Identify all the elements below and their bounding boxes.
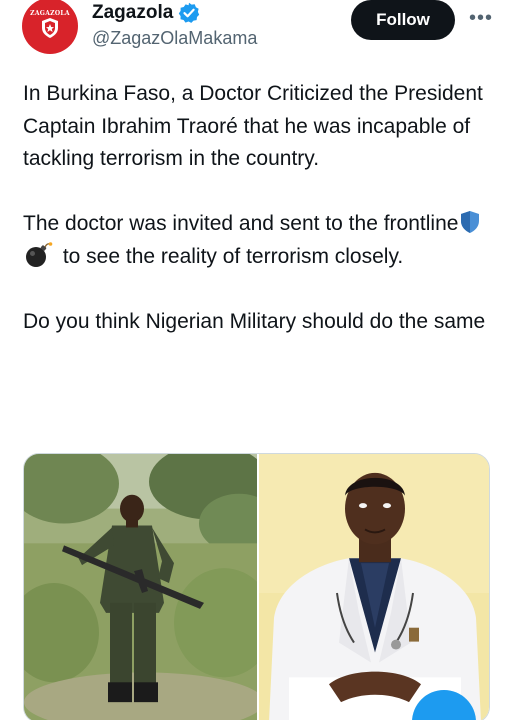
account-name-row[interactable]: Zagazola bbox=[92, 0, 200, 26]
soldier-photo[interactable] bbox=[24, 454, 257, 720]
avatar-logo-text: ZAGAZOLA bbox=[30, 10, 70, 17]
bomb-emoji-icon bbox=[26, 241, 53, 267]
avatar[interactable]: ZAGAZOLA bbox=[22, 0, 78, 54]
shield-emoji-icon bbox=[461, 211, 480, 233]
avatar-shield-icon bbox=[42, 18, 58, 38]
doctor-photo[interactable] bbox=[259, 454, 490, 720]
tweet-paragraph-2: The doctor was invited and sent to the f… bbox=[23, 208, 493, 273]
tweet-paragraph-3: Do you think Nigerian Military should do… bbox=[23, 309, 486, 333]
tweet-paragraph-2-start: The doctor was invited and sent to the f… bbox=[23, 212, 459, 235]
verified-badge-icon bbox=[179, 2, 200, 23]
account-handle[interactable]: @ZagazOlaMakama bbox=[92, 28, 257, 49]
tweet-media[interactable] bbox=[23, 453, 490, 720]
account-name[interactable]: Zagazola bbox=[92, 2, 173, 24]
more-options-icon[interactable]: ••• bbox=[466, 4, 496, 32]
follow-button[interactable]: Follow bbox=[351, 0, 455, 40]
tweet-text: In Burkina Faso, a Doctor Criticized the… bbox=[23, 78, 493, 371]
tweet-paragraph-1: In Burkina Faso, a Doctor Criticized the… bbox=[23, 82, 483, 170]
tweet-header: ZAGAZOLA Zagazola @ZagazOlaMakama Follow… bbox=[0, 0, 513, 60]
tweet-paragraph-2-end: to see the reality of terrorism closely. bbox=[57, 244, 404, 268]
